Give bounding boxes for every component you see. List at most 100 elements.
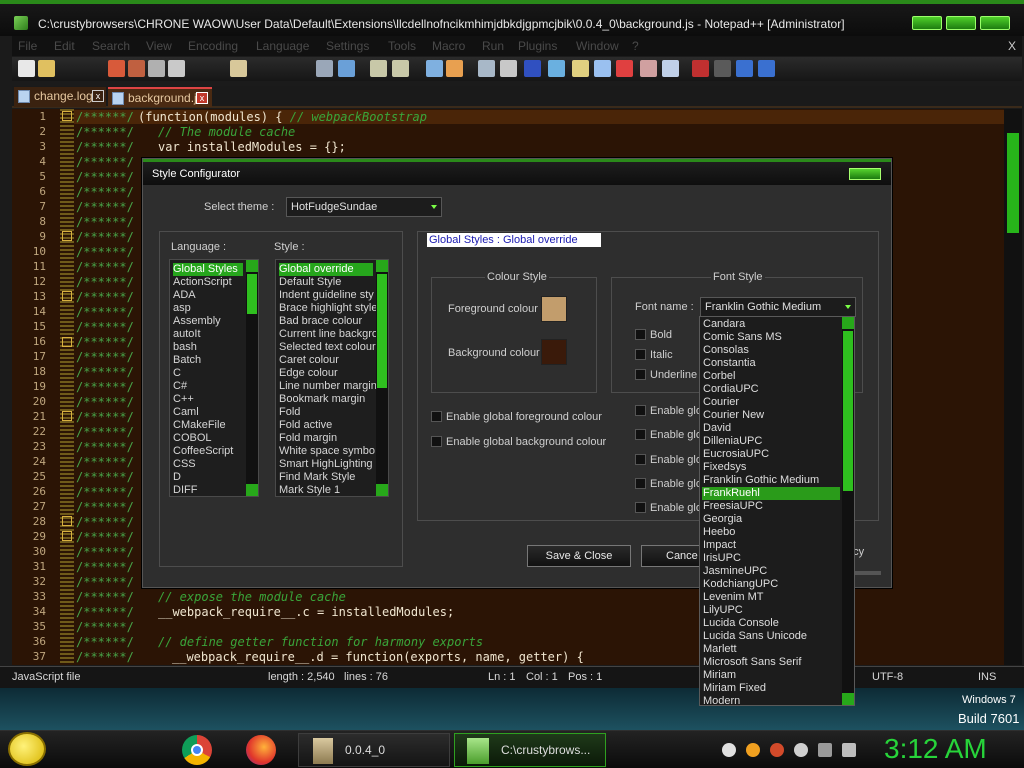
enable-global-bold-checkbox[interactable] [635,454,646,465]
background-colour-swatch[interactable] [541,339,567,365]
menu-help[interactable]: ? [632,39,639,53]
style-list-item[interactable]: Fold [279,406,373,419]
run-macro-multiple-icon[interactable] [758,60,775,77]
menu-file[interactable]: File [18,39,37,53]
font-list-item[interactable]: Miriam [702,669,840,682]
font-list-item[interactable]: Corbel [702,370,840,383]
lang-icon[interactable] [548,60,565,77]
tray-settings-icon[interactable] [794,743,808,757]
language-list-scrollbar[interactable] [246,260,258,496]
font-list-item[interactable]: KodchiangUPC [702,578,840,591]
tray-disc-icon[interactable] [722,743,736,757]
font-list-item[interactable]: Courier New [702,409,840,422]
editor-scrollbar[interactable] [1004,109,1022,665]
font-list-item[interactable]: Levenim MT [702,591,840,604]
style-list-item[interactable]: Current line backgro [279,328,378,341]
language-list-item[interactable]: CMakeFile [173,419,243,432]
font-dropdown-list[interactable]: Modern Miriam Fixed Miriam Microsoft Sans S… [699,316,855,706]
language-list-item[interactable]: Global Styles [173,263,243,276]
function-list-icon[interactable] [594,60,611,77]
font-list-item[interactable]: DilleniaUPC [702,435,840,448]
fold-toggle-icon[interactable] [62,411,72,421]
font-list-item[interactable]: Courier [702,396,840,409]
italic-checkbox[interactable] [635,349,646,360]
menu-language[interactable]: Language [256,39,309,53]
replace-icon[interactable] [338,60,355,77]
language-list-item[interactable]: CSS [173,458,243,471]
font-list-item[interactable]: FreesiaUPC [702,500,840,513]
save-icon[interactable] [108,60,125,77]
close-file-icon[interactable] [148,60,165,77]
font-list-scrollbar[interactable] [842,317,854,705]
font-list-item[interactable]: Modern [702,695,840,705]
language-list-item[interactable]: C [173,367,243,380]
style-list-item[interactable]: Edge colour [279,367,373,380]
font-list-item[interactable]: Marlett [702,643,840,656]
style-list-item[interactable]: Bookmark margin [279,393,373,406]
save-all-icon[interactable] [128,60,145,77]
scroll-down-icon[interactable] [246,484,258,496]
menu-encoding[interactable]: Encoding [188,39,238,53]
style-list[interactable]: Mark Style 1 Find Mark Style Smart HighLig… [275,259,389,497]
play-macro-icon[interactable] [736,60,753,77]
enable-global-bg-checkbox[interactable] [431,436,442,447]
style-list-item[interactable]: Line number margin [279,380,377,393]
menu-close-doc[interactable]: X [1008,39,1016,53]
menu-macro[interactable]: Macro [432,39,465,53]
style-list-item[interactable]: Mark Style 1 [279,484,373,496]
language-list-item[interactable]: ADA [173,289,243,302]
indent-guide-icon[interactable] [524,60,541,77]
tab-close-icon[interactable]: x [196,92,208,104]
transparency-slider[interactable] [855,571,881,575]
record-macro-icon[interactable] [692,60,709,77]
stop-macro-icon[interactable] [714,60,731,77]
tray-search-icon[interactable] [746,743,760,757]
new-file-icon[interactable] [18,60,35,77]
fold-toggle-icon[interactable] [62,516,72,526]
scroll-up-icon[interactable] [842,317,854,329]
scroll-down-icon[interactable] [376,484,388,496]
menu-edit[interactable]: Edit [54,39,75,53]
language-list-item[interactable]: Assembly [173,315,243,328]
fold-margin[interactable] [60,109,74,665]
sync-h-icon[interactable] [446,60,463,77]
language-list-item[interactable]: autoIt [173,328,243,341]
scrollbar-thumb[interactable] [377,274,387,388]
enable-global-size-checkbox[interactable] [635,429,646,440]
open-file-icon[interactable] [38,60,55,77]
language-list-item[interactable]: D [173,471,243,484]
theme-select[interactable]: HotFudgeSundae [286,197,442,217]
show-all-chars-icon[interactable] [500,60,517,77]
close-button[interactable] [980,16,1010,30]
fold-toggle-icon[interactable] [62,111,72,121]
style-list-item[interactable]: Brace highlight style [279,302,377,315]
scrollbar-thumb[interactable] [843,331,853,491]
start-button-smiley-icon[interactable] [8,732,46,766]
minimize-button[interactable] [912,16,942,30]
folder-workspace-icon[interactable] [616,60,633,77]
zoom-out-icon[interactable] [392,60,409,77]
taskbar-button-notepadpp[interactable]: C:\crustybrows... [454,733,606,767]
language-list-item[interactable]: CoffeeScript [173,445,243,458]
font-list-item[interactable]: Impact [702,539,840,552]
tab-change-log[interactable]: change.log x [14,87,106,107]
font-list-item[interactable]: FrankRuehl [702,487,840,500]
tab-close-icon[interactable]: x [92,90,104,102]
style-list-item[interactable]: White space symbo [279,445,375,458]
doc-map-icon[interactable] [572,60,589,77]
tray-flag-icon[interactable] [818,743,832,757]
foreground-colour-swatch[interactable] [541,296,567,322]
font-list-item[interactable]: Lucida Console [702,617,840,630]
font-list-item[interactable]: LilyUPC [702,604,840,617]
language-list-item[interactable]: ActionScript [173,276,243,289]
tray-app-icon[interactable] [770,743,784,757]
bold-checkbox[interactable] [635,329,646,340]
font-name-select[interactable]: Franklin Gothic Medium [700,297,856,317]
fold-toggle-icon[interactable] [62,337,72,347]
style-list-scrollbar[interactable] [376,260,388,496]
enable-global-font-checkbox[interactable] [635,405,646,416]
fold-toggle-icon[interactable] [62,291,72,301]
scroll-down-icon[interactable] [842,693,854,705]
fold-toggle-icon[interactable] [62,231,72,241]
font-list-item[interactable]: Lucida Sans Unicode [702,630,840,643]
